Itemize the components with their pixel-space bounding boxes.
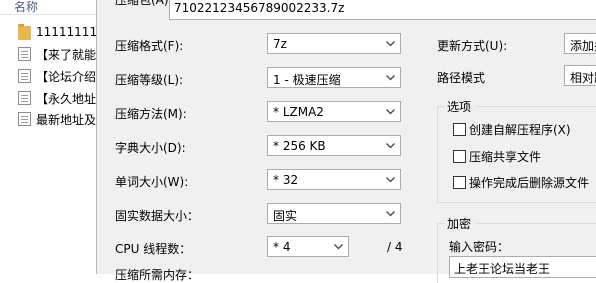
level-label: 压缩等级(L): (115, 73, 184, 87)
file-row[interactable]: 11111111 (18, 24, 100, 42)
solid-block-label: 固实数据大小： (115, 209, 200, 223)
password-label: 输入密码： (449, 240, 510, 254)
method-label: 压缩方法(M): (115, 107, 187, 121)
dictionary-size-label: 字典大小(D): (115, 141, 186, 155)
document-icon (18, 47, 31, 61)
method-value: * LZMA2 (273, 105, 324, 119)
file-name: 【来了就能 (36, 48, 97, 62)
file-name: 【论坛介绍 (36, 70, 97, 84)
file-explorer-pane: 名称 11111111 【来了就能 【论坛介绍 【永久地址 最新地址及 (0, 0, 100, 274)
cpu-threads-label: CPU 线程数： (115, 242, 192, 256)
options-group-border (437, 202, 596, 203)
encryption-group-border (437, 223, 438, 283)
file-row[interactable]: 【来了就能 (18, 45, 100, 63)
options-group-border (437, 106, 438, 202)
add-to-archive-dialog: 压缩包(A): 71022123456789002233.7z 压缩格式(F):… (96, 0, 596, 283)
encryption-group-title: 加密 (447, 217, 472, 231)
name-column-header[interactable]: 名称 (14, 0, 38, 15)
create-sfx-label: 创建自解压程序(X) (469, 123, 571, 137)
path-mode-label: 路径模式 (437, 71, 486, 85)
header-divider (0, 14, 100, 15)
options-group-border (437, 106, 445, 107)
word-size-select[interactable]: * 32 (267, 169, 401, 190)
archive-name-input[interactable]: 71022123456789002233.7z (169, 0, 596, 20)
level-select[interactable]: 1 - 极速压缩 (267, 67, 401, 88)
format-value: 7z (273, 37, 287, 51)
chevron-down-icon[interactable] (382, 204, 398, 223)
delete-after-checkbox[interactable] (453, 176, 466, 189)
file-name: 最新地址及 (36, 113, 97, 127)
chevron-down-icon[interactable] (382, 136, 398, 155)
encryption-group-border (475, 223, 596, 224)
level-value: 1 - 极速压缩 (273, 73, 341, 87)
folder-icon (18, 24, 31, 40)
cpu-threads-select[interactable]: * 4 (267, 236, 349, 257)
document-icon (18, 91, 31, 105)
compress-shared-checkbox[interactable] (453, 150, 466, 163)
compress-shared-label: 压缩共享文件 (469, 150, 542, 164)
password-value: 上老王论坛当老王 (454, 262, 551, 276)
word-size-value: * 32 (273, 173, 299, 187)
encryption-group-border (437, 223, 445, 224)
file-name: 11111111 (36, 25, 98, 39)
format-label: 压缩格式(F): (115, 39, 184, 53)
update-mode-select[interactable]: 添加并 (564, 33, 596, 54)
password-input[interactable]: 上老王论坛当老王 (449, 256, 596, 278)
update-mode-label: 更新方式(U): (437, 39, 508, 53)
file-row[interactable]: 【永久地址 (18, 89, 100, 107)
path-mode-value: 相对路 (570, 71, 596, 85)
file-row[interactable]: 最新地址及 (18, 110, 100, 128)
archive-name-value: 71022123456789002233.7z (174, 1, 345, 15)
cpu-threads-value: * 4 (273, 240, 291, 254)
chevron-down-icon[interactable] (382, 68, 398, 87)
file-name: 【永久地址 (36, 92, 97, 106)
chevron-down-icon[interactable] (382, 102, 398, 121)
cpu-threads-max: / 4 (387, 240, 403, 254)
path-mode-select[interactable]: 相对路 (564, 65, 596, 86)
dictionary-size-select[interactable]: * 256 KB (267, 135, 401, 156)
chevron-down-icon[interactable] (330, 237, 346, 256)
chevron-down-icon[interactable] (382, 34, 398, 53)
file-row[interactable]: 【论坛介绍 (18, 67, 100, 85)
method-select[interactable]: * LZMA2 (267, 101, 401, 122)
document-icon (18, 112, 31, 126)
delete-after-label: 操作完成后删除源文件 (469, 176, 590, 190)
options-group-title: 选项 (447, 100, 472, 114)
word-size-label: 单词大小(W): (115, 175, 189, 189)
document-icon (18, 69, 31, 83)
update-mode-value: 添加并 (570, 39, 596, 53)
solid-block-value: 固实 (273, 209, 298, 223)
memory-usage-label: 压缩所需内存： (115, 268, 200, 282)
format-select[interactable]: 7z (267, 33, 401, 54)
solid-block-select[interactable]: 固实 (267, 203, 401, 224)
archive-label: 压缩包(A): (115, 0, 173, 7)
chevron-down-icon[interactable] (382, 170, 398, 189)
dictionary-size-value: * 256 KB (273, 139, 326, 153)
create-sfx-checkbox[interactable] (453, 123, 466, 136)
options-group-border (475, 106, 596, 107)
